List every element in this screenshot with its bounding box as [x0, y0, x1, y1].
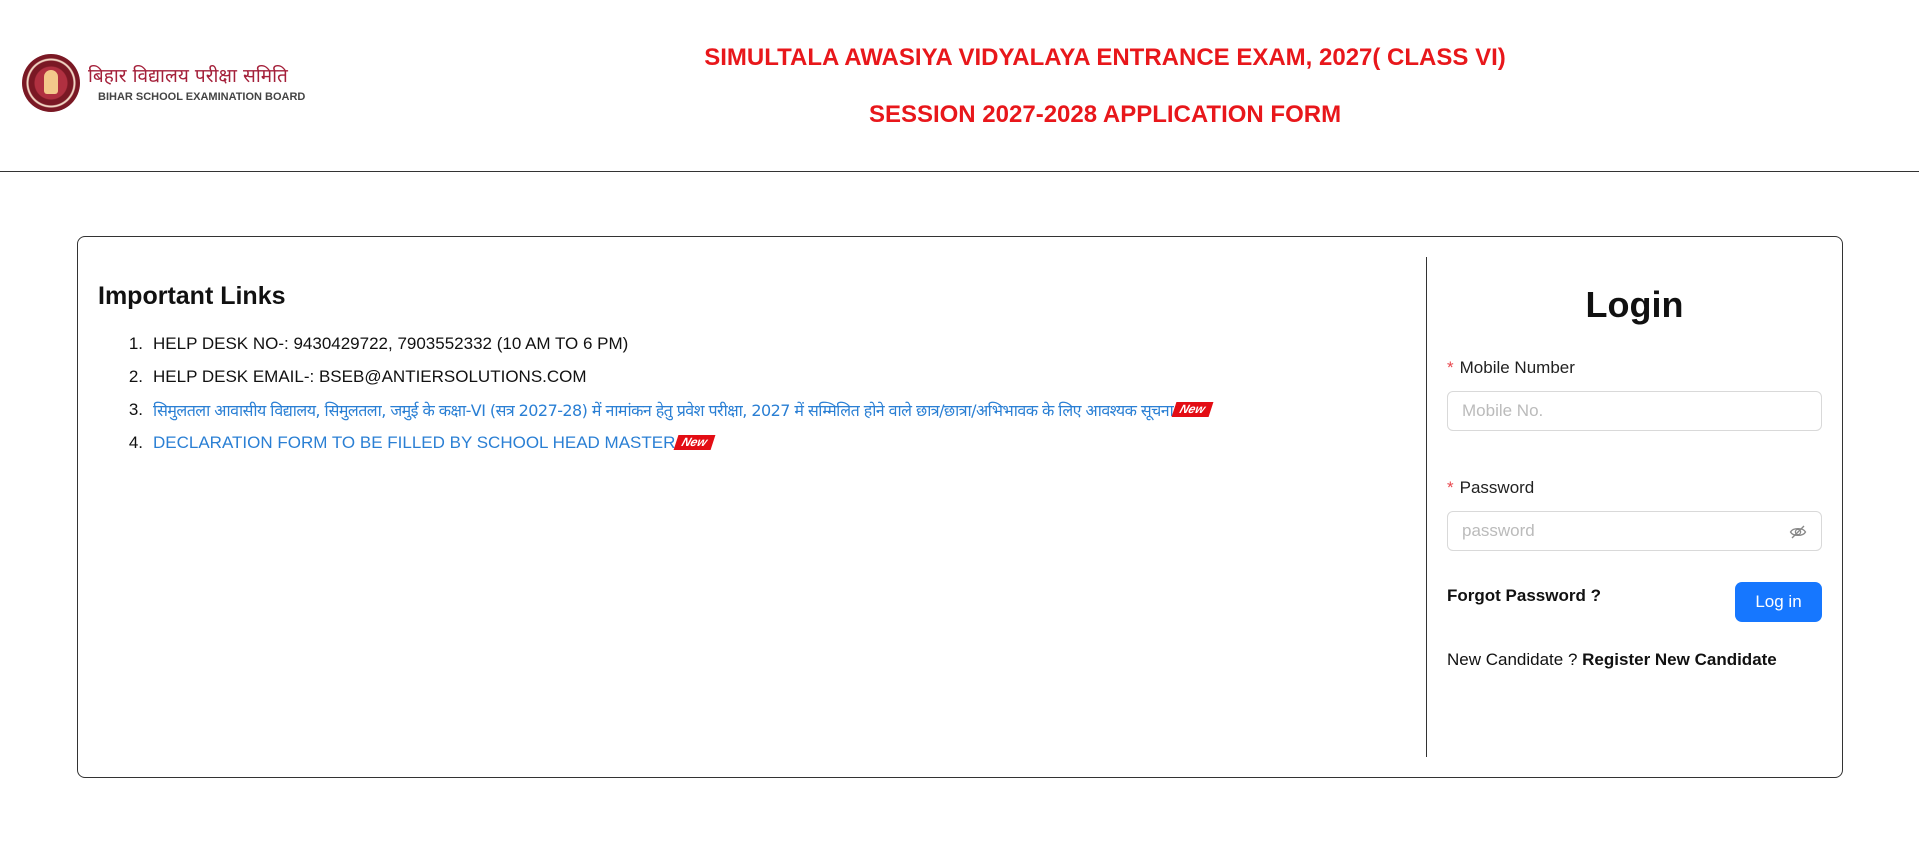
- vertical-divider: [1426, 257, 1427, 757]
- new-badge: New: [1171, 402, 1214, 417]
- required-marker: *: [1447, 478, 1454, 497]
- list-item: 2. HELP DESK EMAIL-: BSEB@ANTIERSOLUTION…: [98, 360, 1498, 393]
- register-row: New Candidate ? Register New Candidate: [1447, 650, 1822, 670]
- list-item: 3. सिमुलतला आवासीय विद्यालय, सिमुलतला, ज…: [98, 393, 1498, 426]
- password-input[interactable]: [1448, 512, 1782, 550]
- mobile-label-text: Mobile Number: [1459, 358, 1575, 377]
- login-actions: Forgot Password ? Log in: [1447, 582, 1822, 622]
- helpdesk-email-text: HELP DESK EMAIL-: BSEB@ANTIERSOLUTIONS.C…: [153, 366, 587, 386]
- page-header: बिहार विद्यालय परीक्षा समिति BIHAR SCHOO…: [0, 0, 1919, 172]
- logo-text: बिहार विद्यालय परीक्षा समिति BIHAR SCHOO…: [88, 64, 305, 103]
- password-label: * Password: [1447, 477, 1822, 499]
- login-title: Login: [1585, 284, 1684, 325]
- mobile-number-input[interactable]: [1448, 392, 1782, 430]
- logo-english-name: BIHAR SCHOOL EXAMINATION BOARD: [98, 90, 306, 103]
- list-item-number: 2.: [128, 366, 143, 386]
- important-links-section: Important Links 1. HELP DESK NO-: 943042…: [98, 257, 1498, 459]
- bseb-seal-logo-icon: [22, 54, 80, 112]
- declaration-form-link[interactable]: DECLARATION FORM TO BE FILLED BY SCHOOL …: [153, 433, 675, 453]
- list-item: 4. DECLARATION FORM TO BE FILLED BY SCHO…: [98, 426, 1498, 459]
- password-label-text: Password: [1459, 478, 1535, 497]
- list-item-number: 4.: [128, 432, 143, 452]
- forgot-password-link[interactable]: Forgot Password ?: [1447, 586, 1601, 606]
- main-card: Important Links 1. HELP DESK NO-: 943042…: [77, 236, 1843, 778]
- list-item-number: 3.: [128, 399, 143, 419]
- session-title: SESSION 2027-2028 APPLICATION FORM: [868, 101, 1342, 128]
- list-item-number: 1.: [128, 333, 143, 353]
- list-item: 1. HELP DESK NO-: 9430429722, 7903552332…: [98, 327, 1498, 360]
- password-field[interactable]: [1447, 511, 1822, 551]
- eye-invisible-icon[interactable]: [1789, 523, 1807, 541]
- login-panel: Login * Mobile Number * Password Forgot Pa…: [1447, 257, 1822, 670]
- helpdesk-phone-text: HELP DESK NO-: 9430429722, 7903552332 (1…: [153, 333, 629, 353]
- notice-link[interactable]: सिमुलतला आवासीय विद्यालय, सिमुलतला, जमुई…: [153, 399, 1174, 421]
- important-links-heading: Important Links: [98, 282, 286, 310]
- bseb-logo[interactable]: बिहार विद्यालय परीक्षा समिति BIHAR SCHOO…: [22, 54, 305, 112]
- new-candidate-text: New Candidate ?: [1447, 650, 1578, 669]
- important-links-list: 1. HELP DESK NO-: 9430429722, 7903552332…: [98, 327, 1498, 459]
- logo-hindi-name: बिहार विद्यालय परीक्षा समिति: [88, 64, 288, 87]
- mobile-number-label: * Mobile Number: [1447, 357, 1822, 379]
- mobile-number-field[interactable]: [1447, 391, 1822, 431]
- new-badge: New: [673, 435, 716, 450]
- register-new-candidate-link[interactable]: Register New Candidate: [1582, 650, 1777, 669]
- required-marker: *: [1447, 358, 1454, 377]
- login-button[interactable]: Log in: [1735, 582, 1822, 622]
- exam-title: SIMULTALA AWASIYA VIDYALAYA ENTRANCE EXA…: [704, 44, 1506, 71]
